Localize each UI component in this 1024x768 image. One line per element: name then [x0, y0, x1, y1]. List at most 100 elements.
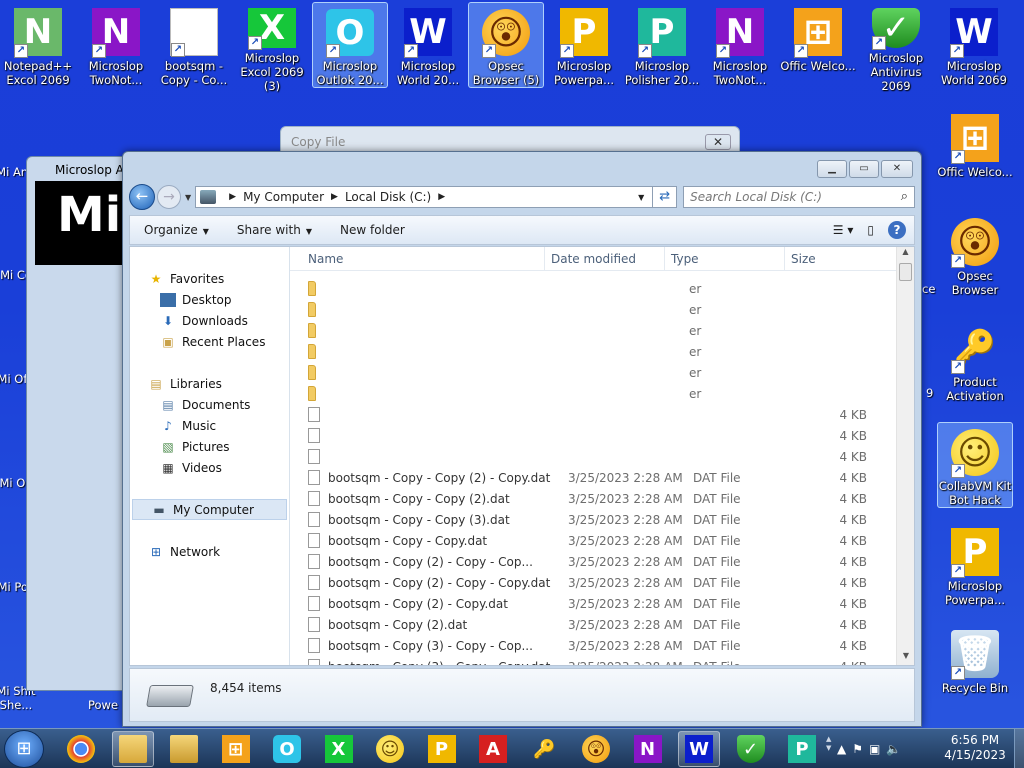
nav-favorites[interactable]: ★ Favorites: [130, 268, 289, 289]
nav-documents[interactable]: ▤ Documents: [130, 394, 289, 415]
taskbar-button[interactable]: X: [318, 731, 360, 767]
desktop-icon-item[interactable]: O ↗ Microslop Outlok 20...: [312, 2, 388, 88]
desktop-icon-item[interactable]: ↗ bootsqm - Copy - Co...: [156, 2, 232, 88]
search-input[interactable]: Search Local Disk (C:) ⌕: [683, 186, 915, 208]
desktop-icon-label[interactable]: 9: [926, 386, 933, 400]
taskbar-button[interactable]: N: [627, 731, 669, 767]
taskbar-scroll[interactable]: ▲ ▼: [826, 735, 831, 753]
help-icon[interactable]: ?: [888, 221, 906, 239]
desktop-icon-label[interactable]: ce: [922, 282, 935, 296]
recent-pages-dropdown[interactable]: ▼: [185, 193, 191, 202]
action-center-icon[interactable]: ⚑: [852, 742, 863, 756]
refresh-button[interactable]: ⇄: [653, 186, 678, 208]
desktop-icon-item[interactable]: N ↗ Microslop TwoNot...: [78, 2, 154, 88]
desktop-icon-item[interactable]: X ↗ Microslop Excol 2069 (3): [234, 2, 310, 93]
folder-row[interactable]: er: [290, 320, 896, 341]
taskbar-button[interactable]: P: [781, 731, 823, 767]
organize-button[interactable]: Organize ▼: [130, 223, 223, 237]
copy-dialog-close-button[interactable]: ✕: [705, 134, 731, 150]
taskbar-button[interactable]: 🔑: [524, 731, 566, 767]
taskbar-button[interactable]: O: [266, 731, 308, 767]
file-row[interactable]: bootsqm - Copy - Copy.dat 3/25/2023 2:28 …: [290, 530, 896, 551]
scroll-down-icon[interactable]: ▼: [897, 651, 914, 665]
close-button[interactable]: ✕: [881, 160, 913, 178]
taskbar-button[interactable]: 😲: [575, 731, 617, 767]
preview-pane-icon[interactable]: ▯: [867, 223, 874, 237]
vertical-scrollbar[interactable]: ▲ ▼: [896, 247, 914, 665]
file-row[interactable]: bootsqm - Copy (2).dat 3/25/2023 2:28 AM D…: [290, 614, 896, 635]
desktop-icon-item[interactable]: 😲 ↗ Opsec Browser (5): [468, 2, 544, 88]
desktop-icon-item[interactable]: P ↗ Microslop Polisher 20...: [624, 2, 700, 88]
scroll-up-icon[interactable]: ▲: [897, 247, 914, 261]
desktop-icon-label[interactable]: Powe: [88, 698, 118, 712]
nav-music[interactable]: ♪ Music: [130, 415, 289, 436]
folder-row[interactable]: er: [290, 362, 896, 383]
back-button[interactable]: ←: [129, 184, 155, 210]
desktop-icon-item[interactable]: ☺ ↗ CollabVM Kit Bot Hack: [937, 422, 1013, 508]
desktop-icon-item[interactable]: ✓ ↗ Microslop Antivirus 2069: [858, 2, 934, 93]
file-row[interactable]: 4 KB: [290, 425, 896, 446]
show-desktop-button[interactable]: [1014, 729, 1024, 768]
desktop-icon-item[interactable]: ⊞ ↗ Offic Welco...: [780, 2, 856, 88]
nav-videos[interactable]: ▦ Videos: [130, 457, 289, 478]
taskbar-button[interactable]: ☺: [369, 731, 411, 767]
taskbar-button[interactable]: P: [421, 731, 463, 767]
search-icon[interactable]: ⌕: [901, 189, 908, 204]
show-hidden-icons[interactable]: ▲: [837, 742, 846, 756]
taskbar-button[interactable]: ✓: [730, 731, 772, 767]
taskbar-button[interactable]: [111, 731, 154, 767]
explorer-window[interactable]: ▁ ▭ ✕ ← → ▼ ▶ My Computer ▶ Local Disk (…: [122, 151, 922, 727]
desktop-icon-item[interactable]: 😲 ↗ Opsec Browser: [937, 212, 1013, 298]
desktop-icon-item[interactable]: 🔑 ↗ Product Activation: [937, 318, 1013, 404]
background-window[interactable]: Microslop Ar Mic: [26, 156, 136, 691]
nav-pictures[interactable]: ▧ Pictures: [130, 436, 289, 457]
start-button[interactable]: ⊞: [4, 730, 44, 768]
file-row[interactable]: bootsqm - Copy (3) - Copy - Copy.dat3/25…: [290, 656, 896, 665]
folder-row[interactable]: er: [290, 278, 896, 299]
view-options-icon[interactable]: ☰ ▾: [833, 223, 854, 237]
desktop-icon-item[interactable]: W ↗ Microslop World 2069: [936, 2, 1012, 88]
file-row[interactable]: bootsqm - Copy (2) - Copy - Copy.dat 3/25…: [290, 572, 896, 593]
maximize-button[interactable]: ▭: [849, 160, 879, 178]
folder-row[interactable]: er: [290, 383, 896, 404]
folder-row[interactable]: er: [290, 299, 896, 320]
scroll-thumb[interactable]: [899, 263, 912, 281]
nav-network[interactable]: ⊞ Network: [130, 541, 289, 562]
file-row[interactable]: bootsqm - Copy (2) - Copy.dat 3/25/2023 2…: [290, 593, 896, 614]
taskbar-button[interactable]: [163, 731, 205, 767]
address-bar[interactable]: ▶ My Computer ▶ Local Disk (C:) ▶ ▼: [195, 186, 654, 208]
column-name[interactable]: Name: [290, 247, 545, 270]
desktop-icon-item[interactable]: N ↗ Microslop TwoNot...: [702, 2, 778, 88]
taskbar-button[interactable]: [60, 731, 102, 767]
file-row[interactable]: bootsqm - Copy - Copy (2).dat 3/25/2023 2…: [290, 488, 896, 509]
chevron-right-icon[interactable]: ▶: [438, 192, 445, 202]
network-status-icon[interactable]: ▣: [869, 742, 880, 756]
desktop-icon-item[interactable]: 🗑 ↗ Recycle Bin: [937, 624, 1013, 710]
file-row[interactable]: bootsqm - Copy (3) - Copy - Cop... 3/25/2…: [290, 635, 896, 656]
nav-desktop[interactable]: Desktop: [130, 289, 289, 310]
nav-downloads[interactable]: ⬇ Downloads: [130, 310, 289, 331]
taskbar-button[interactable]: W: [678, 731, 720, 767]
volume-icon[interactable]: 🔈: [886, 742, 901, 756]
minimize-button[interactable]: ▁: [817, 160, 847, 178]
nav-libraries[interactable]: ▤ Libraries: [130, 373, 289, 394]
taskbar-button[interactable]: ⊞: [215, 731, 257, 767]
new-folder-button[interactable]: New folder: [326, 223, 419, 237]
file-row[interactable]: 4 KB: [290, 404, 896, 425]
address-dropdown-icon[interactable]: ▼: [638, 193, 652, 202]
desktop-icon-item[interactable]: ⊞ ↗ Offic Welco...: [937, 108, 1013, 194]
file-row[interactable]: bootsqm - Copy (2) - Copy - Cop... 3/25/2…: [290, 551, 896, 572]
desktop-icon-item[interactable]: P ↗ Microslop Powerpa...: [937, 522, 1013, 608]
breadcrumb-local-disk[interactable]: Local Disk (C:): [345, 190, 431, 204]
column-size[interactable]: Size: [785, 247, 865, 270]
column-date-modified[interactable]: Date modified: [545, 247, 665, 270]
breadcrumb-my-computer[interactable]: My Computer: [243, 190, 324, 204]
column-type[interactable]: Type: [665, 247, 785, 270]
desktop-icon-item[interactable]: P ↗ Microslop Powerpa...: [546, 2, 622, 88]
folder-row[interactable]: er: [290, 341, 896, 362]
desktop-icon-item[interactable]: N ↗ Notepad++ Excol 2069: [0, 2, 76, 88]
chevron-right-icon[interactable]: ▶: [229, 192, 236, 202]
clock[interactable]: 6:56 PM 4/15/2023: [940, 733, 1010, 763]
nav-recent-places[interactable]: ▣ Recent Places: [130, 331, 289, 352]
file-row[interactable]: bootsqm - Copy - Copy (2) - Copy.dat 3/25…: [290, 467, 896, 488]
